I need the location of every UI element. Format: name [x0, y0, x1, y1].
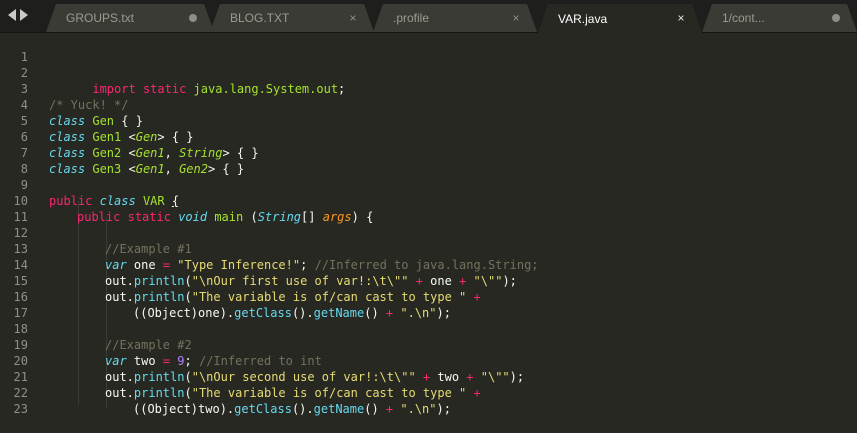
tab-label: .profile: [393, 11, 430, 25]
code-line[interactable]: 19 var two = 9; //Inferred to int: [0, 321, 857, 368]
tab-label: 1/cont...: [722, 11, 765, 25]
tab-label: VAR.java: [558, 11, 608, 26]
punctuation: ().: [291, 402, 314, 416]
string: ".\n": [400, 402, 437, 416]
tab-label: GROUPS.txt: [66, 11, 135, 25]
code-line[interactable]: 14 out.println("\nOur first use of var!:…: [0, 241, 857, 288]
code-line[interactable]: 2: [0, 49, 857, 80]
punctuation: (): [364, 402, 386, 416]
tab-var-java[interactable]: VAR.java ×: [538, 4, 702, 33]
punctuation: );: [436, 402, 451, 416]
code-line[interactable]: 10 public static void main (String[] arg…: [0, 177, 857, 224]
code-line[interactable]: 21 out.println("The variable is of/can c…: [0, 353, 857, 400]
tab-next-icon[interactable]: [20, 9, 28, 21]
close-icon[interactable]: ×: [348, 13, 358, 23]
code-line[interactable]: 23: [0, 385, 857, 416]
close-icon[interactable]: ×: [511, 13, 521, 23]
tab-profile[interactable]: .profile ×: [373, 4, 537, 32]
tab-cont[interactable]: 1/cont...: [702, 4, 857, 32]
code-line[interactable]: 22 ((Object)two).getClass().getName() + …: [0, 369, 857, 416]
tab-label: BLOG.TXT: [230, 11, 290, 25]
code-line[interactable]: 1 import static java.lang.System.out;: [0, 33, 857, 96]
code-line[interactable]: 4 class Gen { }: [0, 81, 857, 128]
code-editor[interactable]: 1 import static java.lang.System.out; 2 …: [0, 33, 857, 416]
code-line[interactable]: 5 class Gen1 <Gen> { }: [0, 97, 857, 144]
tab-prev-icon[interactable]: [8, 9, 16, 21]
code-line[interactable]: 15 out.println("The variable is of/can c…: [0, 257, 857, 304]
code-line[interactable]: 17: [0, 289, 857, 320]
tab-navigation: [8, 9, 38, 23]
code-line[interactable]: 8: [0, 145, 857, 176]
tab-blog-txt[interactable]: BLOG.TXT ×: [210, 4, 374, 32]
code-line[interactable]: 13 var one = "Type Inference!"; //Inferr…: [0, 225, 857, 272]
unsaved-dot-icon[interactable]: [189, 14, 197, 22]
code-line[interactable]: 6 class Gen2 <Gen1, String> { }: [0, 113, 857, 160]
code-line[interactable]: 18 //Example #2: [0, 305, 857, 352]
code-line[interactable]: 16 ((Object)one).getClass().getName() + …: [0, 273, 857, 320]
identifier: ((Object)two).: [133, 402, 235, 416]
tab-bar: GROUPS.txt BLOG.TXT × .profile × VAR.jav…: [0, 0, 857, 33]
code-line[interactable]: 9 public class VAR {: [0, 161, 857, 208]
unsaved-dot-icon[interactable]: [832, 14, 840, 22]
code-line[interactable]: 20 out.println("\nOur second use of var!…: [0, 337, 857, 384]
code-line[interactable]: 3 /* Yuck! */: [0, 65, 857, 112]
method-call: getClass: [234, 402, 292, 416]
code-line[interactable]: 11: [0, 193, 857, 224]
code-line[interactable]: 12 //Example #1: [0, 209, 857, 256]
close-icon[interactable]: ×: [676, 13, 686, 23]
method-call: getName: [313, 402, 365, 416]
tab-groups-txt[interactable]: GROUPS.txt: [46, 4, 214, 32]
line-number: 23: [13, 402, 28, 416]
code-line[interactable]: 7 class Gen3 <Gen1, Gen2> { }: [0, 129, 857, 176]
